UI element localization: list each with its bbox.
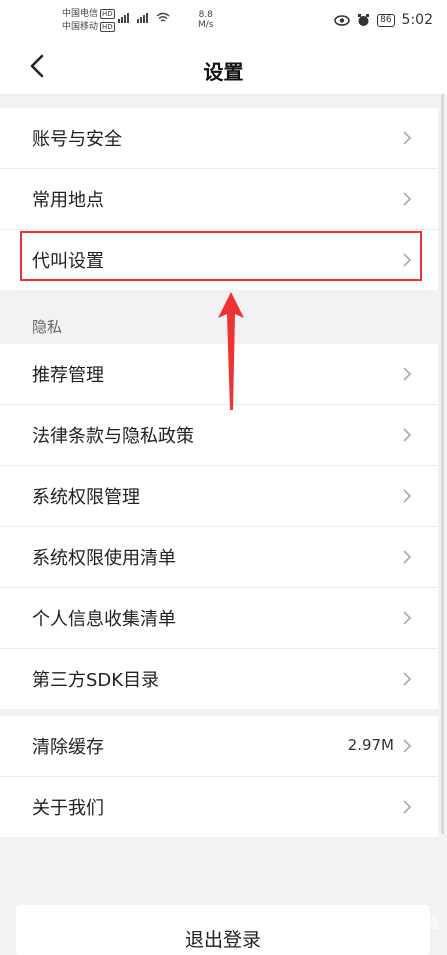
- row-label: 系统权限使用清单: [32, 548, 176, 569]
- annotation-arrow-icon: [218, 292, 244, 410]
- row-personal-info-list[interactable]: 个人信息收集清单: [0, 588, 438, 649]
- app-header: 设置: [0, 42, 447, 94]
- net-speed: 8.8 M/s: [198, 10, 214, 30]
- chevron-right-icon: [403, 428, 412, 442]
- battery-icon: 86: [377, 13, 395, 27]
- highlight-box: [20, 231, 422, 281]
- row-label: 账号与安全: [32, 129, 122, 150]
- row-label: 常用地点: [32, 190, 104, 211]
- settings-group-misc: 清除缓存 2.97M 关于我们: [0, 716, 438, 837]
- watermark-logo: Bai经验: [378, 912, 439, 933]
- row-system-permissions[interactable]: 系统权限管理: [0, 466, 438, 527]
- row-label: 推荐管理: [32, 365, 104, 386]
- row-label: 个人信息收集清单: [32, 609, 176, 630]
- row-label: 清除缓存: [32, 737, 104, 758]
- chevron-right-icon: [403, 192, 412, 206]
- chevron-right-icon: [403, 800, 412, 814]
- logout-button[interactable]: 退出登录: [16, 905, 430, 955]
- row-about-us[interactable]: 关于我们: [0, 777, 438, 837]
- row-third-party-sdk[interactable]: 第三方SDK目录: [0, 649, 438, 709]
- row-permission-usage-list[interactable]: 系统权限使用清单: [0, 527, 438, 588]
- status-right: 86 5:02: [334, 12, 433, 28]
- chevron-right-icon: [403, 131, 412, 145]
- row-common-places[interactable]: 常用地点: [0, 169, 438, 230]
- clock: 5:02: [401, 12, 433, 28]
- page-title: 设置: [203, 60, 244, 84]
- chevron-right-icon: [403, 672, 412, 686]
- privacy-section-label: 隐私: [32, 318, 63, 336]
- carrier-1: 中国电信: [62, 9, 99, 19]
- row-clear-cache[interactable]: 清除缓存 2.97M: [0, 716, 438, 777]
- cache-size: 2.97M: [347, 736, 394, 754]
- alarm-icon: [358, 13, 370, 26]
- row-account-security[interactable]: 账号与安全: [0, 108, 438, 169]
- row-label: 第三方SDK目录: [32, 670, 160, 691]
- row-label: 关于我们: [32, 798, 104, 819]
- status-bar: 中国电信 HD 中国移动 HD 8.8 M/s 86 5:02: [0, 0, 447, 42]
- hd-badge: HD: [100, 22, 115, 32]
- chevron-right-icon: [403, 489, 412, 503]
- hd-badge: HD: [100, 9, 115, 19]
- carrier-2: 中国移动: [62, 22, 99, 32]
- row-label: 系统权限管理: [32, 487, 140, 508]
- chevron-right-icon: [403, 550, 412, 564]
- row-legal-privacy[interactable]: 法律条款与隐私政策: [0, 405, 438, 466]
- logout-label: 退出登录: [184, 929, 261, 951]
- signal-icon: [118, 12, 170, 23]
- eye-icon: [334, 14, 350, 26]
- row-label: 法律条款与隐私政策: [32, 426, 194, 447]
- chevron-right-icon: [403, 367, 412, 381]
- scrollbar[interactable]: [441, 94, 444, 834]
- wifi-icon: [156, 12, 170, 22]
- chevron-right-icon: [403, 611, 412, 625]
- carrier-info: 中国电信 HD 中国移动 HD: [62, 8, 115, 34]
- chevron-right-icon: [403, 739, 412, 753]
